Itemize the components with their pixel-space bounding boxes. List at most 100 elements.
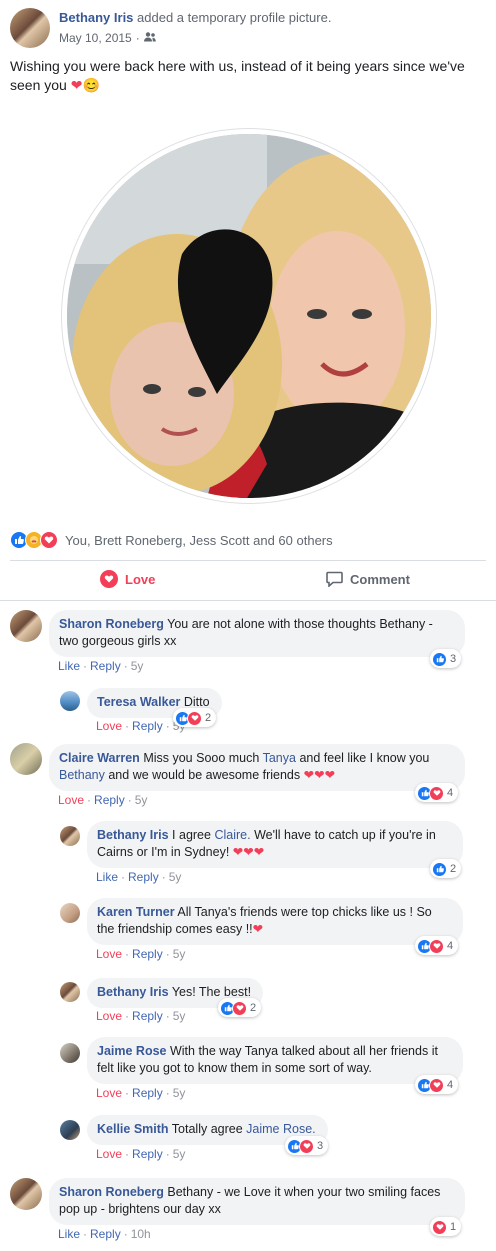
comment-avatar[interactable] bbox=[10, 610, 42, 642]
comment-reactions[interactable]: 2 bbox=[218, 998, 262, 1017]
mention-link[interactable]: Tanya bbox=[263, 751, 296, 765]
friends-icon bbox=[143, 31, 156, 45]
comment-author[interactable]: Sharon Roneberg bbox=[59, 1185, 164, 1199]
mention-link[interactable]: Bethany bbox=[59, 768, 105, 782]
comment-time[interactable]: 5y bbox=[173, 1147, 186, 1161]
profile-picture-frame[interactable] bbox=[61, 128, 437, 504]
post-author-name[interactable]: Bethany Iris bbox=[59, 10, 133, 25]
reply-action[interactable]: Reply bbox=[90, 659, 121, 673]
post-date[interactable]: May 10, 2015 bbox=[59, 31, 132, 45]
comment-actions: Love·Reply·5y bbox=[96, 1009, 186, 1023]
reactions-summary[interactable]: You, Brett Roneberg, Jess Scott and 60 o… bbox=[10, 531, 333, 549]
comment-actions: Love·Reply·5y bbox=[96, 1147, 186, 1161]
heart-emoji: ❤ bbox=[252, 922, 264, 936]
comment-time[interactable]: 5y bbox=[131, 659, 144, 673]
love-action[interactable]: Love bbox=[96, 947, 122, 961]
comment-time[interactable]: 10h bbox=[131, 1227, 151, 1241]
reaction-count: 4 bbox=[447, 787, 454, 799]
love-action[interactable]: Love bbox=[96, 1009, 122, 1023]
love-action[interactable]: Love bbox=[96, 1147, 122, 1161]
comment-avatar[interactable] bbox=[60, 1043, 80, 1063]
comment-time[interactable]: 5y bbox=[173, 1086, 186, 1100]
heart-emoji: ❤❤❤ bbox=[303, 768, 336, 782]
reply-action[interactable]: Reply bbox=[90, 1227, 121, 1241]
comment-reactions[interactable]: 4 bbox=[415, 936, 459, 955]
like-action[interactable]: Like bbox=[58, 659, 80, 673]
comment-text: Totally agree bbox=[171, 1122, 243, 1136]
comment-time[interactable]: 5y bbox=[173, 1009, 186, 1023]
comment-avatar[interactable] bbox=[10, 743, 42, 775]
comment-time[interactable]: 5y bbox=[169, 870, 182, 884]
reaction-count: 2 bbox=[450, 863, 457, 875]
reply-action[interactable]: Reply bbox=[132, 719, 163, 733]
comment-author[interactable]: Claire Warren bbox=[59, 751, 140, 765]
comment-actions: Love·Reply·5y bbox=[96, 947, 186, 961]
comment-author[interactable]: Sharon Roneberg bbox=[59, 617, 164, 631]
comment-author[interactable]: Bethany Iris bbox=[97, 828, 169, 842]
comment-bubble: Bethany Iris I agree Claire. We'll have … bbox=[87, 821, 463, 868]
comment-actions: Love·Reply·5y bbox=[58, 793, 148, 807]
comment-reactions[interactable]: 2 bbox=[430, 859, 462, 878]
love-icon bbox=[429, 938, 444, 954]
profile-picture bbox=[67, 134, 431, 498]
like-action[interactable]: Like bbox=[58, 1227, 80, 1241]
comment-avatar[interactable] bbox=[60, 903, 80, 923]
comment-reactions[interactable]: 4 bbox=[415, 1075, 459, 1094]
comment-reactions[interactable]: 2 bbox=[173, 708, 217, 727]
reaction-count: 3 bbox=[450, 653, 457, 665]
comment-avatar[interactable] bbox=[60, 826, 80, 846]
comment-text: Yes! The best! bbox=[171, 985, 252, 999]
comment-avatar[interactable] bbox=[60, 1120, 80, 1140]
reply-action[interactable]: Reply bbox=[132, 1086, 163, 1100]
like-action[interactable]: Like bbox=[96, 870, 118, 884]
reply-action[interactable]: Reply bbox=[132, 1009, 163, 1023]
love-icon bbox=[187, 710, 202, 726]
comment-text: Ditto bbox=[183, 695, 210, 709]
comment-time[interactable]: 5y bbox=[135, 793, 148, 807]
comment-author[interactable]: Bethany Iris bbox=[97, 985, 169, 999]
love-action[interactable]: Love bbox=[96, 1086, 122, 1100]
post-action-text: added a temporary profile picture. bbox=[137, 10, 332, 25]
mention-link[interactable]: Claire. bbox=[214, 828, 250, 842]
post-text: Wishing you were back here with us, inst… bbox=[10, 57, 480, 95]
post-text-emoji: ❤😊 bbox=[70, 77, 100, 93]
reaction-count: 4 bbox=[447, 1079, 454, 1091]
comment-avatar[interactable] bbox=[60, 691, 80, 711]
reply-action[interactable]: Reply bbox=[132, 1147, 163, 1161]
comment-actions: Love·Reply·5y bbox=[96, 719, 185, 733]
post-date-row: May 10, 2015 · bbox=[59, 31, 156, 45]
love-action[interactable]: Love bbox=[58, 793, 84, 807]
reaction-count: 3 bbox=[317, 1140, 324, 1152]
comment-time[interactable]: 5y bbox=[173, 947, 186, 961]
comment-avatar[interactable] bbox=[10, 1178, 42, 1210]
love-button[interactable]: Love bbox=[100, 570, 155, 588]
comment-reactions[interactable]: 1 bbox=[430, 1217, 462, 1236]
comment-author[interactable]: Karen Turner bbox=[97, 905, 175, 919]
reply-action[interactable]: Reply bbox=[132, 947, 163, 961]
like-icon bbox=[432, 651, 447, 667]
comment-reactions[interactable]: 3 bbox=[285, 1136, 329, 1155]
mention-link[interactable]: Jaime Rose. bbox=[246, 1122, 315, 1136]
love-action[interactable]: Love bbox=[96, 719, 122, 733]
reaction-count: 1 bbox=[450, 1221, 457, 1233]
comment-icon bbox=[326, 571, 343, 587]
comment-button-label: Comment bbox=[350, 571, 410, 587]
comment-author[interactable]: Teresa Walker bbox=[97, 695, 180, 709]
reaction-count: 2 bbox=[205, 712, 212, 724]
comment-avatar[interactable] bbox=[60, 982, 80, 1002]
comment-bubble: Sharon Roneberg You are not alone with t… bbox=[49, 610, 465, 657]
love-icon bbox=[429, 1077, 444, 1093]
reply-action[interactable]: Reply bbox=[128, 870, 159, 884]
love-icon bbox=[40, 531, 58, 549]
comment-reactions[interactable]: 4 bbox=[415, 783, 459, 802]
like-icon bbox=[432, 861, 447, 877]
comment-author[interactable]: Kellie Smith bbox=[97, 1122, 169, 1136]
comment-author[interactable]: Jaime Rose bbox=[97, 1044, 166, 1058]
comment-button[interactable]: Comment bbox=[326, 571, 410, 587]
love-icon bbox=[429, 785, 444, 801]
comment-reactions[interactable]: 3 bbox=[430, 649, 462, 668]
love-button-icon bbox=[100, 570, 118, 588]
author-avatar[interactable] bbox=[10, 8, 50, 48]
reply-action[interactable]: Reply bbox=[94, 793, 125, 807]
comment-actions: Like · Reply · 5y bbox=[58, 659, 144, 673]
